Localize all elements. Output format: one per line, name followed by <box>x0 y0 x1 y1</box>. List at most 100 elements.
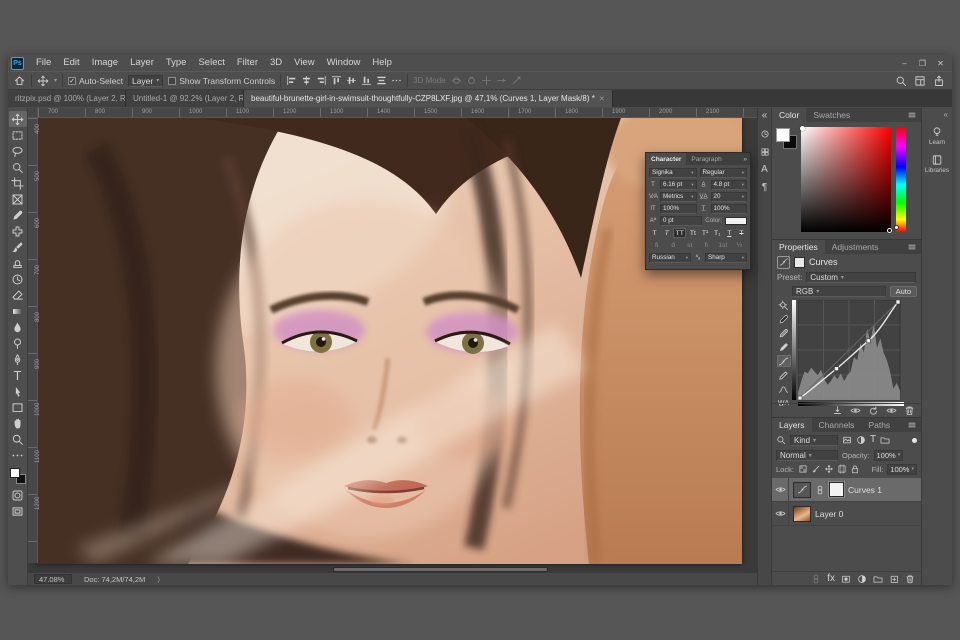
previous-state-button[interactable] <box>850 405 861 416</box>
auto-select-checkbox[interactable]: ✓ Auto-Select <box>68 76 123 86</box>
move-tool-preset-icon[interactable] <box>37 75 49 87</box>
tool-more[interactable] <box>9 447 27 463</box>
align-icon-alR[interactable] <box>316 75 327 86</box>
home-icon[interactable] <box>13 74 26 87</box>
foreground-color-swatch[interactable] <box>776 128 790 142</box>
collapsed-history-icon[interactable] <box>759 128 771 140</box>
foreground-background-swatches[interactable] <box>776 128 798 150</box>
tool-gradient[interactable] <box>9 303 27 319</box>
vertical-scale-field[interactable]: 100% <box>660 204 697 214</box>
tab-swatches[interactable]: Swatches <box>806 108 857 122</box>
tool-move[interactable] <box>9 111 27 127</box>
tool-lasso[interactable] <box>9 143 27 159</box>
menu-layer[interactable]: Layer <box>124 55 160 71</box>
tool-crop[interactable] <box>9 175 27 191</box>
align-icon-alL[interactable] <box>286 75 297 86</box>
align-icon-alB[interactable] <box>361 75 372 86</box>
tool-frame[interactable] <box>9 191 27 207</box>
tool-pen[interactable] <box>9 351 27 367</box>
ligature-button-3[interactable]: ﬁ <box>699 241 715 251</box>
menu-image[interactable]: Image <box>86 55 124 71</box>
delete-layer-button[interactable] <box>905 574 915 584</box>
type-style-button-6[interactable]: T <box>724 228 735 238</box>
tool-brush[interactable] <box>9 239 27 255</box>
filter-pixel-layers-icon[interactable] <box>842 435 852 445</box>
language-select[interactable]: Russian▾ <box>649 253 691 263</box>
opacity-field[interactable]: 100% ▾ <box>874 450 904 461</box>
share-icon[interactable] <box>933 75 945 87</box>
tool-spot-healing[interactable] <box>9 223 27 239</box>
mask-link-icon[interactable] <box>815 485 825 495</box>
tab-adjustments[interactable]: Adjustments <box>825 240 886 254</box>
adjustment-layer-thumbnail[interactable] <box>793 482 811 498</box>
curve-pencil-tool[interactable] <box>777 369 791 381</box>
targeted-adjustment-tool[interactable] <box>777 299 791 311</box>
layer-thumbnail[interactable] <box>793 506 811 522</box>
filter-group-layers-icon[interactable] <box>880 435 890 445</box>
menu-select[interactable]: Select <box>192 55 230 71</box>
delete-adjustment-button[interactable] <box>904 405 915 416</box>
new-layer-button[interactable] <box>889 574 899 584</box>
font-style-select[interactable]: Regular▾ <box>700 168 748 178</box>
leading-field[interactable]: 4.8 pt▾ <box>711 180 748 190</box>
tool-eyedropper[interactable] <box>9 207 27 223</box>
curves-graph[interactable] <box>792 300 904 406</box>
tool-quick-select[interactable] <box>9 159 27 175</box>
lock-transparent-pixels-icon[interactable] <box>798 464 808 474</box>
tab-close-icon[interactable]: ✕ <box>599 95 605 103</box>
document-image[interactable] <box>36 118 742 564</box>
restore-button[interactable]: ❐ <box>915 59 930 68</box>
channel-select[interactable]: RGB ▾ <box>792 286 886 297</box>
tracking-field[interactable]: 20▾ <box>711 192 748 202</box>
add-mask-button[interactable] <box>841 574 851 584</box>
new-group-button[interactable] <box>873 574 883 584</box>
tool-rectangle[interactable] <box>9 399 27 415</box>
layer-mask-thumbnail[interactable] <box>829 482 844 497</box>
menu-type[interactable]: Type <box>160 55 193 71</box>
lock-all-icon[interactable] <box>850 464 860 474</box>
filter-adjustment-layers-icon[interactable] <box>856 435 866 445</box>
collapsed-collapse-icon[interactable]: « <box>759 110 771 122</box>
white-point-eyedropper[interactable] <box>777 341 791 353</box>
layer-style-button[interactable]: fx <box>827 574 835 584</box>
filter-kind-select[interactable]: Kind ▾ <box>790 435 838 446</box>
document-tab-3[interactable]: beautiful-brunette-girl-in-swimsuit-thou… <box>244 90 613 107</box>
tool-hand[interactable] <box>9 415 27 431</box>
collapse-panels-chevron[interactable]: « <box>922 110 952 122</box>
zoom-level-field[interactable]: 47.08% <box>34 574 72 584</box>
layer-scope-select[interactable]: Layer ▾ <box>128 75 163 87</box>
status-options-chevron[interactable]: ⟩ <box>157 575 160 584</box>
blend-mode-select[interactable]: Normal ▾ <box>776 450 838 461</box>
search-icon[interactable] <box>895 75 907 87</box>
hue-slider-marker[interactable] <box>894 225 899 230</box>
layer-name[interactable]: Curves 1 <box>848 485 882 495</box>
lock-artboard-icon[interactable] <box>837 464 847 474</box>
color-picker-marker[interactable] <box>800 126 805 131</box>
workspace-switcher-icon[interactable] <box>914 75 926 87</box>
font-size-field[interactable]: 6.16 pt▾ <box>660 180 697 190</box>
panel-more-chevrons[interactable]: » <box>743 153 750 165</box>
menu-help[interactable]: Help <box>366 55 398 71</box>
smooth-curve-button[interactable] <box>777 383 791 395</box>
tab-layers[interactable]: Layers <box>772 418 812 432</box>
horizontal-scale-field[interactable]: 100% <box>711 204 748 214</box>
foreground-color-swatch[interactable] <box>10 468 20 478</box>
panel-menu-icon[interactable] <box>907 108 921 122</box>
share-icon[interactable] <box>933 75 945 87</box>
type-style-button-1[interactable]: T <box>661 228 672 238</box>
new-adjustment-button[interactable] <box>857 574 867 584</box>
collapsed-character-A-icon[interactable]: A <box>759 164 771 176</box>
document-tab-1[interactable]: ritzpix.psd @ 100% (Layer 2, RGB/8#) *✕ <box>8 90 126 107</box>
tool-type[interactable]: T <box>9 367 27 383</box>
horizontal-ruler[interactable]: 7008009001000110012001300140015001600170… <box>38 108 757 118</box>
home-icon[interactable] <box>13 74 26 87</box>
ligature-button-0[interactable]: fi <box>649 241 665 251</box>
workspace-switcher-icon[interactable] <box>914 75 926 87</box>
curve-point-tool[interactable] <box>777 355 791 367</box>
menu-file[interactable]: File <box>30 55 57 71</box>
tool-path-select[interactable] <box>9 383 27 399</box>
tool-clone-stamp[interactable] <box>9 255 27 271</box>
text-color-swatch[interactable] <box>725 217 747 225</box>
align-icon-alM[interactable] <box>346 75 357 86</box>
collapsed-paragraph-mark-icon[interactable]: ¶ <box>759 182 771 194</box>
